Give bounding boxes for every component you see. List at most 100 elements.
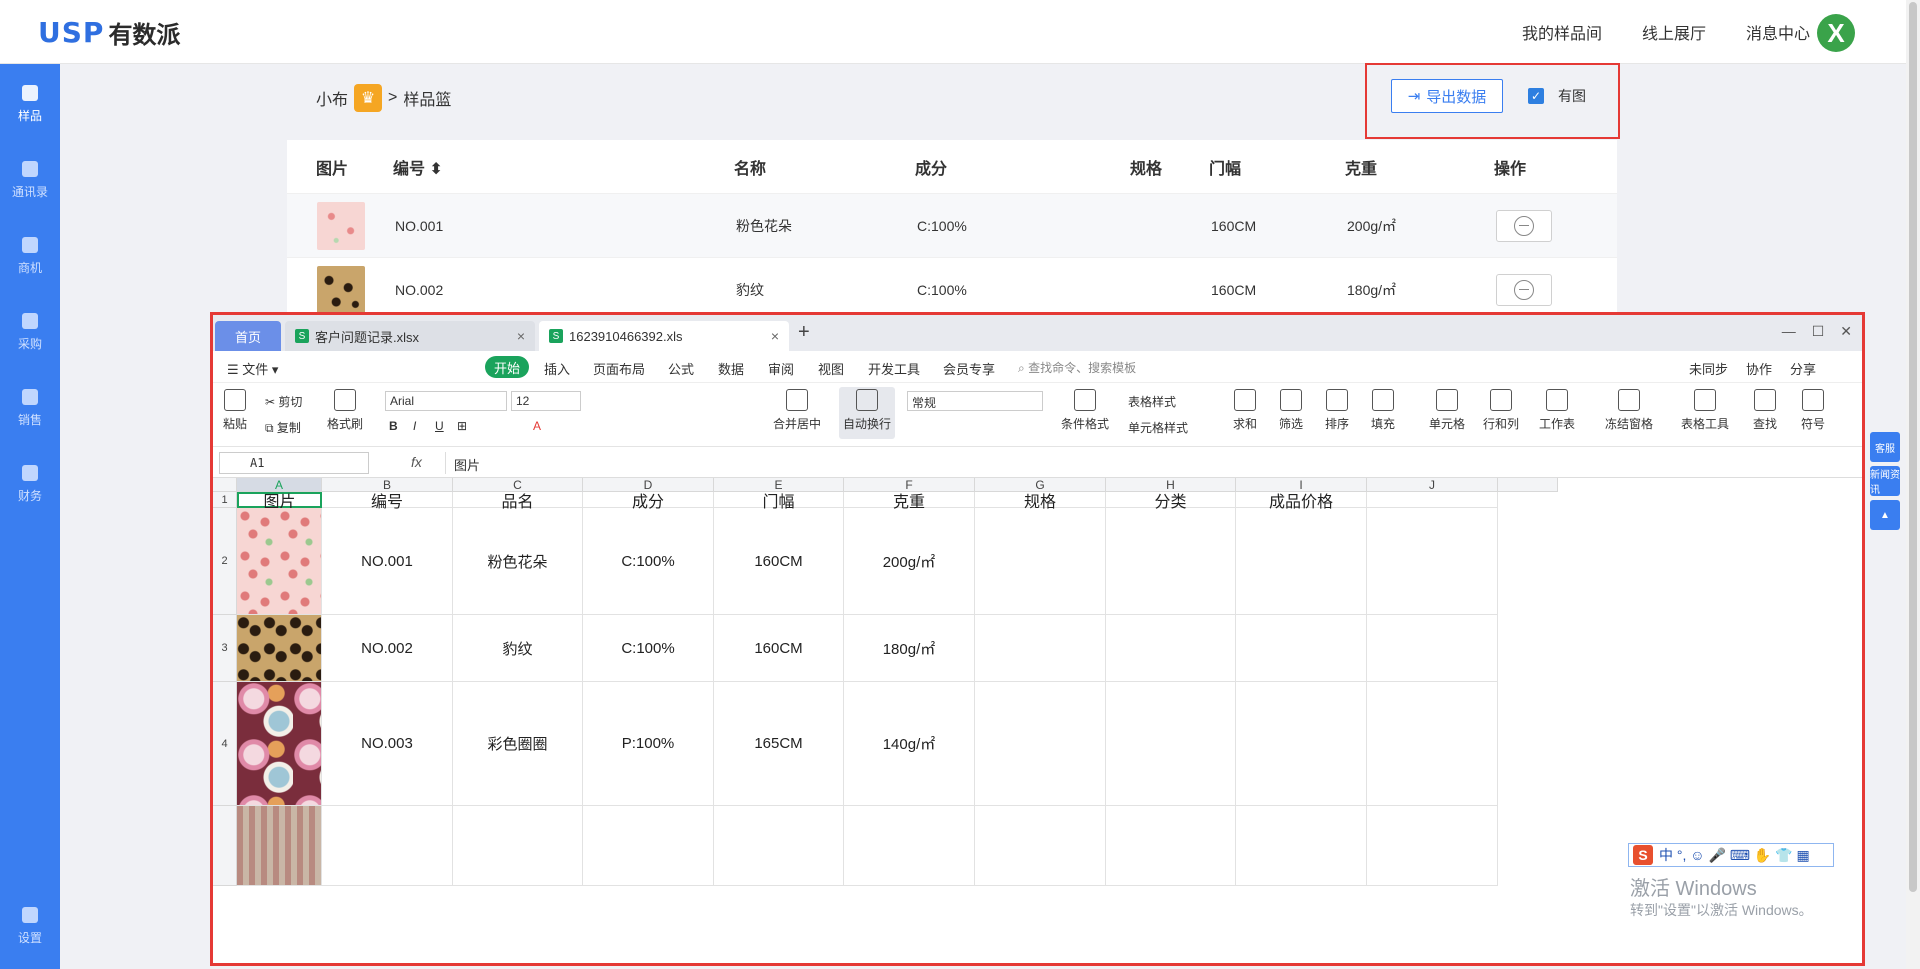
close-window-icon[interactable]: ✕ xyxy=(1840,323,1852,340)
sheet-cell[interactable] xyxy=(322,806,453,886)
font-color-icon[interactable]: A xyxy=(533,419,541,433)
collaborate-button[interactable]: 协作 xyxy=(1746,359,1772,378)
sheet-cell[interactable] xyxy=(975,508,1106,615)
cut-button[interactable]: ✂ 剪切 xyxy=(265,393,302,410)
nav-online-showroom[interactable]: 线上展厅 xyxy=(1642,20,1706,44)
sheet-cell[interactable] xyxy=(1106,682,1236,806)
sheet-cell[interactable]: 粉色花朵 xyxy=(453,508,583,615)
name-box[interactable]: A1 xyxy=(219,452,369,474)
back-to-top-icon[interactable]: ▲ xyxy=(1870,500,1900,530)
sheet-cell[interactable] xyxy=(1367,682,1498,806)
sheet-image-cell[interactable] xyxy=(237,806,322,886)
sheet-cell[interactable]: 豹纹 xyxy=(453,615,583,682)
sidebar-item-sales[interactable]: 销售 xyxy=(0,378,60,438)
sheet-image-cell[interactable] xyxy=(237,508,322,615)
minimize-icon[interactable]: — xyxy=(1782,323,1796,340)
sheet-cell[interactable] xyxy=(714,806,844,886)
sidebar-item-contacts[interactable]: 通讯录 xyxy=(0,150,60,210)
menu-insert[interactable]: 插入 xyxy=(544,359,570,378)
scroll-thumb[interactable] xyxy=(1909,2,1917,892)
sum-button[interactable]: 求和 xyxy=(1233,389,1257,432)
sheet-cell[interactable] xyxy=(1106,508,1236,615)
sheet-cell[interactable]: 160CM xyxy=(714,615,844,682)
header-cell[interactable]: 规格 xyxy=(975,492,1106,511)
border-icon[interactable]: ⊞ xyxy=(457,419,467,433)
menu-data[interactable]: 数据 xyxy=(718,359,744,378)
menu-member[interactable]: 会员专享 xyxy=(943,359,995,378)
customer-service-tab[interactable]: 客服 xyxy=(1870,432,1900,462)
number-format-select[interactable]: 常规 xyxy=(907,391,1043,411)
paste-button[interactable]: 粘贴 xyxy=(223,389,247,432)
sheet-cell[interactable] xyxy=(1106,806,1236,886)
wrap-text-button[interactable]: 自动换行 xyxy=(843,389,891,432)
with-image-checkbox[interactable]: ✓ xyxy=(1528,88,1544,104)
header-cell[interactable]: 克重 xyxy=(844,492,975,511)
menu-file[interactable]: ☰ 文件 ▾ xyxy=(227,359,278,378)
sidebar-item-purchase[interactable]: 采购 xyxy=(0,302,60,362)
table-style-button[interactable]: 表格样式 xyxy=(1128,393,1176,410)
tab-file-2[interactable]: S 1623910466392.xls × xyxy=(539,321,789,351)
sheet-cell[interactable] xyxy=(844,806,975,886)
sheet-cell[interactable]: P:100% xyxy=(583,682,714,806)
font-select[interactable]: Arial xyxy=(385,391,507,411)
cell-style-button[interactable]: 单元格样式 xyxy=(1128,419,1188,436)
sheet-cell[interactable]: 160CM xyxy=(714,508,844,615)
sheet-cell[interactable]: 200g/㎡ xyxy=(844,508,975,615)
underline-icon[interactable]: U xyxy=(435,419,444,433)
col-header-j[interactable]: J xyxy=(1367,478,1498,492)
sheet-cell[interactable] xyxy=(975,806,1106,886)
maximize-icon[interactable]: ☐ xyxy=(1812,323,1825,340)
sheet-grid[interactable]: A B C D E F G H I J 1 图片 编号 品名 成分 门幅 克重 规格 分类 成品价格 2 NO.001 粉色… xyxy=(213,478,1862,963)
sheet-cell[interactable] xyxy=(1367,615,1498,682)
close-icon[interactable]: × xyxy=(517,328,525,344)
sample-thumbnail[interactable] xyxy=(317,201,365,250)
nav-my-sample-room[interactable]: 我的样品间 xyxy=(1522,20,1602,44)
sidebar-item-samples[interactable]: 样品 xyxy=(0,74,60,134)
menu-formula[interactable]: 公式 xyxy=(668,359,694,378)
filter-button[interactable]: 筛选 xyxy=(1279,389,1303,432)
ime-toolbar[interactable]: S 中 °, ☺ 🎤 ⌨ ✋ 👕 ▦ xyxy=(1628,843,1834,867)
sheet-cell[interactable] xyxy=(1106,615,1236,682)
format-painter-button[interactable]: 格式刷 xyxy=(327,389,363,432)
sheet-cell[interactable] xyxy=(453,806,583,886)
font-size-select[interactable]: 12 xyxy=(511,391,581,411)
freeze-button[interactable]: 冻结窗格 xyxy=(1605,389,1653,432)
worksheet-button[interactable]: 工作表 xyxy=(1539,389,1575,432)
row-header[interactable]: 4 xyxy=(213,682,237,806)
header-cell[interactable]: 图片 xyxy=(237,492,322,511)
menu-page-layout[interactable]: 页面布局 xyxy=(593,359,645,378)
copy-button[interactable]: ⧉ 复制 xyxy=(265,419,301,436)
menu-review[interactable]: 审阅 xyxy=(768,359,794,378)
sheet-cell[interactable] xyxy=(1367,806,1498,886)
row-header[interactable]: 2 xyxy=(213,508,237,615)
col-header-code[interactable]: 编号 ⬍ xyxy=(393,155,443,179)
tab-file-1[interactable]: S 客户问题记录.xlsx × xyxy=(285,321,535,351)
sheet-cell[interactable]: 140g/㎡ xyxy=(844,682,975,806)
sidebar-item-settings[interactable]: 设置 xyxy=(0,896,60,956)
sync-status[interactable]: 未同步 xyxy=(1689,359,1728,378)
sidebar-item-opportunities[interactable]: 商机 xyxy=(0,226,60,286)
sheet-cell[interactable] xyxy=(1236,806,1367,886)
sort-button[interactable]: 排序 xyxy=(1325,389,1349,432)
merge-center-button[interactable]: 合并居中 xyxy=(773,389,821,432)
sidebar-item-finance[interactable]: 财务 xyxy=(0,454,60,514)
fx-icon[interactable]: fx xyxy=(411,454,422,470)
select-all-corner[interactable] xyxy=(213,478,237,492)
sheet-cell[interactable] xyxy=(583,806,714,886)
header-cell[interactable]: 门幅 xyxy=(714,492,844,511)
find-button[interactable]: 查找 xyxy=(1753,389,1777,432)
header-cell[interactable]: 成分 xyxy=(583,492,714,511)
menu-view[interactable]: 视图 xyxy=(818,359,844,378)
page-scrollbar[interactable] xyxy=(1906,0,1920,969)
new-tab-icon[interactable]: + xyxy=(798,321,810,344)
tab-home[interactable]: 首页 xyxy=(215,321,281,351)
symbol-button[interactable]: 符号 xyxy=(1801,389,1825,432)
remove-button[interactable] xyxy=(1496,209,1552,242)
nav-message-center[interactable]: 消息中心 xyxy=(1746,20,1810,44)
sheet-cell[interactable] xyxy=(975,615,1106,682)
menu-developer[interactable]: 开发工具 xyxy=(868,359,920,378)
sheet-image-cell[interactable] xyxy=(237,615,322,682)
sheet-cell[interactable] xyxy=(975,682,1106,806)
export-data-button[interactable]: ⇥ 导出数据 xyxy=(1391,79,1503,113)
remove-button[interactable] xyxy=(1496,273,1552,306)
